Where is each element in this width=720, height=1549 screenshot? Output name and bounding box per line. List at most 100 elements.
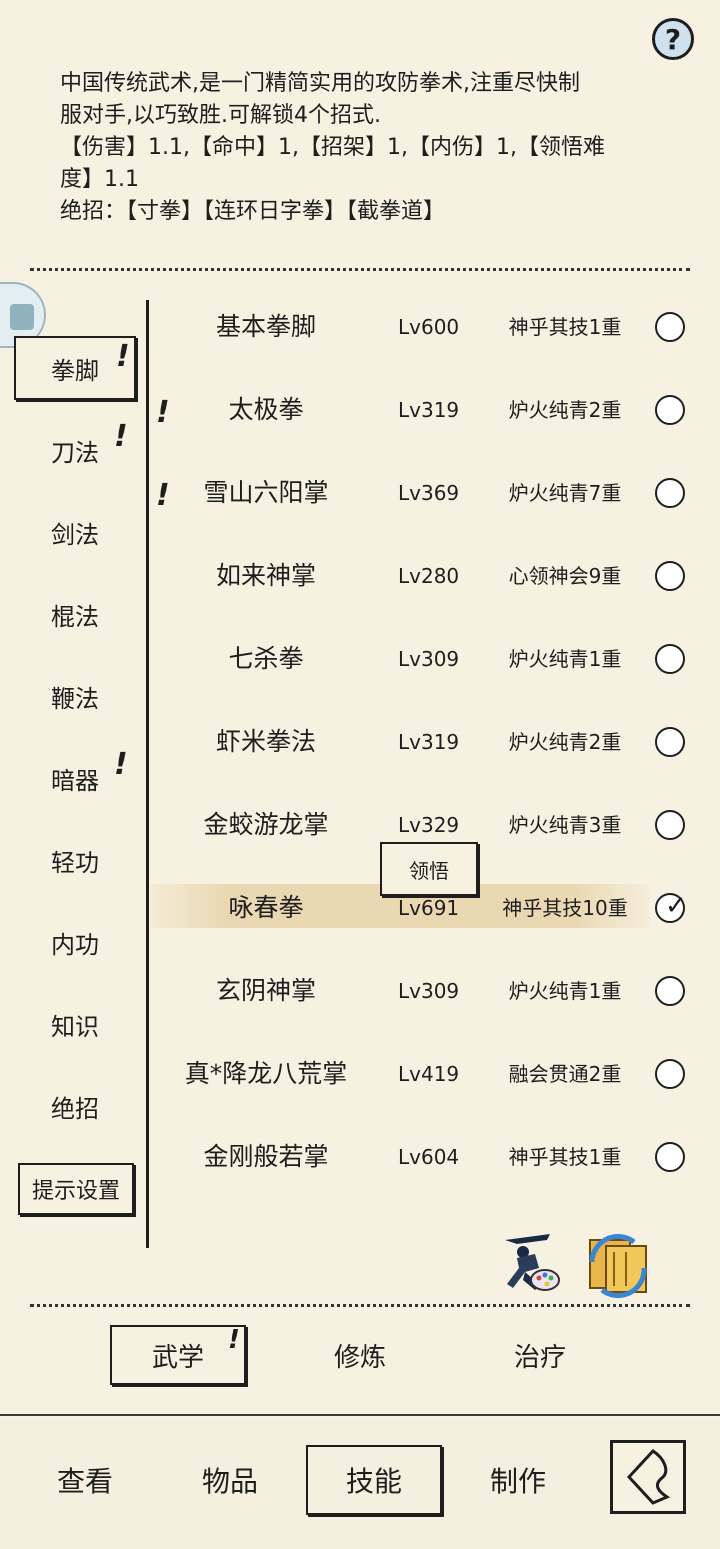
- skill-level: Lv369: [398, 481, 460, 505]
- skill-level: Lv319: [398, 398, 460, 422]
- subtab-label: 治疗: [513, 1342, 566, 1373]
- category-jianfa[interactable]: 剑法: [14, 500, 136, 564]
- category-label: 绝招: [51, 1094, 99, 1123]
- skill-row[interactable]: 如来神掌 Lv280 心领神会9重: [150, 546, 710, 606]
- skill-stats-line: 【伤害】1.1,【命中】1,【招架】1,【内伤】1,【领悟难: [60, 135, 605, 160]
- skill-level: Lv309: [398, 647, 460, 671]
- skill-level: Lv419: [398, 1062, 460, 1086]
- nav-label: 制作: [489, 1465, 546, 1498]
- comprehend-button[interactable]: 领悟: [380, 842, 478, 896]
- skill-level: Lv319: [398, 730, 460, 754]
- divider: [30, 1304, 690, 1307]
- alert-mark: !: [114, 747, 128, 782]
- skill-select-radio-checked[interactable]: ✓: [655, 891, 687, 923]
- skill-rank: 炉火纯青7重: [508, 481, 622, 505]
- nav-zhizuo[interactable]: 制作: [453, 1445, 583, 1515]
- skill-name: 虾米拳法: [215, 727, 316, 756]
- nav-label: 查看: [56, 1465, 113, 1498]
- fighter-palette-icon[interactable]: [495, 1228, 565, 1298]
- skill-rank: 炉火纯青2重: [508, 398, 622, 422]
- skill-select-radio[interactable]: [655, 561, 685, 591]
- skill-select-radio[interactable]: [655, 644, 685, 674]
- skill-name: 真*降龙八荒掌: [184, 1059, 348, 1088]
- skill-rank: 炉火纯青1重: [508, 979, 622, 1003]
- category-label: 轻功: [51, 848, 99, 877]
- category-label: 棍法: [51, 602, 99, 631]
- skill-level: Lv280: [398, 564, 460, 588]
- category-daofa[interactable]: 刀法 !: [14, 418, 136, 482]
- skill-name: 金蛟游龙掌: [203, 810, 329, 839]
- skill-name: 咏春拳: [228, 893, 304, 922]
- skill-select-radio[interactable]: [655, 1059, 685, 1089]
- skill-select-radio[interactable]: [655, 1142, 685, 1172]
- category-juezhao[interactable]: 绝招: [14, 1074, 136, 1138]
- skill-row[interactable]: 七杀拳 Lv309 炉火纯青1重: [150, 629, 710, 689]
- subtab-zhiliao[interactable]: 治疗: [480, 1325, 600, 1385]
- help-icon[interactable]: ?: [652, 18, 694, 60]
- category-quanjiao[interactable]: 拳脚 !: [14, 336, 136, 400]
- skill-select-radio[interactable]: [655, 395, 685, 425]
- skill-name: 玄阴神掌: [215, 976, 316, 1005]
- category-qinggong[interactable]: 轻功: [14, 828, 136, 892]
- skill-row[interactable]: 玄阴神掌 Lv309 炉火纯青1重: [150, 961, 710, 1021]
- skill-row[interactable]: 基本拳脚 Lv600 神乎其技1重: [150, 297, 710, 357]
- alert-mark: !: [116, 339, 130, 374]
- skill-name: 七杀拳: [228, 644, 304, 673]
- category-neigong[interactable]: 内功: [14, 910, 136, 974]
- skill-row[interactable]: 虾米拳法 Lv319 炉火纯青2重: [150, 712, 710, 772]
- skill-description-line: 服对手,以巧致胜.可解锁4个招式.: [60, 103, 381, 128]
- skill-rank: 神乎其技10重: [502, 896, 628, 920]
- alert-mark: !: [228, 1325, 240, 1355]
- category-gunfa[interactable]: 棍法: [14, 582, 136, 646]
- category-zhishi[interactable]: 知识: [14, 992, 136, 1056]
- tip-settings-button[interactable]: 提示设置: [18, 1163, 134, 1215]
- nav-jineng[interactable]: 技能: [306, 1445, 442, 1515]
- category-label: 鞭法: [51, 684, 99, 713]
- skill-stats-line: 度】1.1: [60, 167, 139, 192]
- skill-description-line: 中国传统武术,是一门精简实用的攻防拳术,注重尽快制: [60, 71, 580, 96]
- subtab-label: 修炼: [333, 1342, 386, 1373]
- subtab-xiulian[interactable]: 修炼: [300, 1325, 420, 1385]
- ultimate-moves-line: 绝招：【寸拳】【连环日字拳】【截拳道】: [60, 199, 446, 224]
- category-label: 剑法: [51, 520, 99, 549]
- nav-divider: [0, 1414, 720, 1416]
- skill-row[interactable]: 金刚般若掌 Lv604 神乎其技1重: [150, 1127, 710, 1187]
- skill-select-radio[interactable]: [655, 478, 685, 508]
- alert-mark: !: [114, 419, 128, 454]
- divider: [30, 268, 690, 271]
- skill-name: 雪山六阳掌: [203, 478, 329, 507]
- check-icon: ✓: [665, 891, 687, 921]
- nav-label: 物品: [201, 1465, 258, 1498]
- skill-select-radio[interactable]: [655, 312, 685, 342]
- category-bianfa[interactable]: 鞭法: [14, 664, 136, 728]
- skill-rank: 神乎其技1重: [508, 1145, 622, 1169]
- category-label: 刀法: [51, 438, 99, 467]
- category-label: 知识: [51, 1012, 99, 1041]
- skill-name: 金刚般若掌: [203, 1142, 329, 1171]
- skill-name: 如来神掌: [215, 561, 316, 590]
- skill-select-radio[interactable]: [655, 727, 685, 757]
- skill-rank: 神乎其技1重: [508, 315, 622, 339]
- category-label: 拳脚: [51, 356, 99, 385]
- book-swap-icon[interactable]: [584, 1232, 654, 1299]
- skill-rank: 炉火纯青1重: [508, 647, 622, 671]
- skill-level: Lv604: [398, 1145, 460, 1169]
- category-label: 暗器: [51, 766, 99, 795]
- category-label: 内功: [51, 930, 99, 959]
- back-arrow-icon[interactable]: [610, 1440, 686, 1514]
- nav-wupin[interactable]: 物品: [165, 1445, 295, 1515]
- skill-row[interactable]: 真*降龙八荒掌 Lv419 融会贯通2重: [150, 1044, 710, 1104]
- skill-row[interactable]: ! 雪山六阳掌 Lv369 炉火纯青7重: [150, 463, 710, 523]
- skill-rank: 炉火纯青3重: [508, 813, 622, 837]
- skill-level: Lv309: [398, 979, 460, 1003]
- nav-chakan[interactable]: 查看: [20, 1445, 150, 1515]
- subtab-wuxue[interactable]: 武学 !: [110, 1325, 246, 1385]
- skill-rank: 融会贯通2重: [508, 1062, 622, 1086]
- skill-level: Lv600: [398, 315, 460, 339]
- column-divider: [146, 300, 149, 1248]
- nav-label: 技能: [345, 1465, 402, 1498]
- category-anqi[interactable]: 暗器 !: [14, 746, 136, 810]
- skill-select-radio[interactable]: [655, 810, 685, 840]
- skill-select-radio[interactable]: [655, 976, 685, 1006]
- skill-row[interactable]: ! 太极拳 Lv319 炉火纯青2重: [150, 380, 710, 440]
